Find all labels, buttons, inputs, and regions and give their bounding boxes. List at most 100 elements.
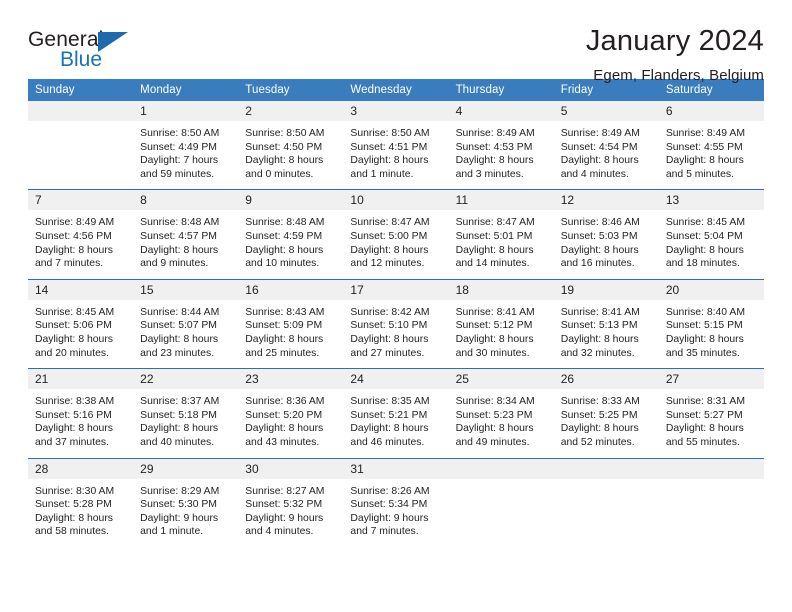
day-detail-line: Sunset: 5:13 PM xyxy=(560,320,638,332)
title-block: January 2024 Egem, Flanders, Belgium xyxy=(586,25,764,84)
day-detail-line: and 27 minutes. xyxy=(350,347,425,359)
calendar-day-cell[interactable]: 2 Sunrise: 8:50 AM Sunset: 4:50 PM Daylight… xyxy=(238,101,344,190)
day-detail-line: Sunset: 5:03 PM xyxy=(560,230,638,242)
day-detail-line: and 1 minute. xyxy=(140,526,204,538)
day-number: 10 xyxy=(343,190,449,211)
calendar-day-cell[interactable]: 5 Sunrise: 8:49 AM Sunset: 4:54 PM Daylight… xyxy=(553,101,659,190)
calendar-week-row: 28 Sunrise: 8:30 AM Sunset: 5:28 PM Dayligh… xyxy=(28,457,764,547)
day-detail-line: Sunrise: 8:31 AM xyxy=(665,396,745,408)
logo-text-general: General xyxy=(28,28,104,51)
day-number: 9 xyxy=(238,190,344,211)
calendar-day-cell[interactable]: 26 Sunrise: 8:33 AM Sunset: 5:25 PM Dayligh… xyxy=(553,368,659,458)
calendar-day-cell[interactable]: 21 Sunrise: 8:38 AM Sunset: 5:16 PM Dayligh… xyxy=(28,368,134,458)
day-detail-line: Sunrise: 8:30 AM xyxy=(35,485,115,497)
weekday-header-wednesday: Wednesday xyxy=(343,79,449,101)
calendar-day-cell[interactable]: 25 Sunrise: 8:34 AM Sunset: 5:23 PM Dayligh… xyxy=(448,368,554,458)
calendar-body: 1 Sunrise: 8:50 AM Sunset: 4:49 PM Daylight… xyxy=(28,101,764,547)
calendar-day-cell[interactable]: 16 Sunrise: 8:43 AM Sunset: 5:09 PM Dayligh… xyxy=(238,278,344,369)
day-detail-line: and 49 minutes. xyxy=(455,436,530,448)
day-detail-line: Sunset: 4:51 PM xyxy=(350,141,428,153)
day-detail-line: Daylight: 8 hours xyxy=(245,244,324,256)
day-number: 14 xyxy=(28,279,134,300)
calendar-day-cell[interactable]: 23 Sunrise: 8:36 AM Sunset: 5:20 PM Dayligh… xyxy=(238,368,344,458)
day-details xyxy=(28,121,134,189)
calendar-day-cell[interactable]: 20 Sunrise: 8:40 AM Sunset: 5:15 PM Dayligh… xyxy=(658,278,764,369)
calendar-day-cell[interactable]: 15 Sunrise: 8:44 AM Sunset: 5:07 PM Dayligh… xyxy=(133,278,239,369)
day-detail-line: Sunrise: 8:47 AM xyxy=(350,217,430,229)
day-detail-line: Sunset: 4:57 PM xyxy=(140,230,217,242)
calendar-day-cell[interactable]: 8 Sunrise: 8:48 AM Sunset: 4:57 PM Daylight… xyxy=(133,189,239,280)
day-detail-line: Daylight: 8 hours xyxy=(665,155,744,167)
day-detail-line: Sunset: 5:30 PM xyxy=(140,499,217,511)
calendar-day-cell[interactable]: 6 Sunrise: 8:49 AM Sunset: 4:55 PM Daylight… xyxy=(658,101,764,190)
day-number: 17 xyxy=(343,279,449,300)
day-detail-line: and 32 minutes. xyxy=(560,347,635,359)
calendar-day-cell[interactable]: 30 Sunrise: 8:27 AM Sunset: 5:32 PM Dayligh… xyxy=(238,457,344,547)
day-detail-line: Daylight: 9 hours xyxy=(350,512,429,524)
calendar-day-cell[interactable]: 24 Sunrise: 8:35 AM Sunset: 5:21 PM Dayligh… xyxy=(343,368,449,458)
day-detail-line: Sunrise: 8:45 AM xyxy=(35,306,115,318)
day-details: Sunrise: 8:37 AM Sunset: 5:18 PM Daylight:… xyxy=(133,389,239,458)
day-number: 18 xyxy=(448,279,554,300)
day-detail-line: and 52 minutes. xyxy=(560,436,635,448)
day-details: Sunrise: 8:50 AM Sunset: 4:51 PM Daylight:… xyxy=(343,121,449,190)
day-detail-line: Sunrise: 8:26 AM xyxy=(350,485,430,497)
day-detail-line: Sunset: 4:55 PM xyxy=(665,141,743,153)
day-detail-line: Sunrise: 8:29 AM xyxy=(140,485,220,497)
calendar-day-cell[interactable]: 13 Sunrise: 8:45 AM Sunset: 5:04 PM Dayligh… xyxy=(658,189,764,280)
day-detail-line: and 40 minutes. xyxy=(140,436,215,448)
day-detail-line: Daylight: 8 hours xyxy=(140,423,219,435)
calendar-day-cell[interactable]: 10 Sunrise: 8:47 AM Sunset: 5:00 PM Dayligh… xyxy=(343,189,449,280)
calendar-day-cell[interactable]: 11 Sunrise: 8:47 AM Sunset: 5:01 PM Dayligh… xyxy=(448,189,554,280)
calendar-day-cell[interactable]: 18 Sunrise: 8:41 AM Sunset: 5:12 PM Dayligh… xyxy=(448,278,554,369)
calendar-cell-empty xyxy=(28,101,134,190)
day-detail-line: Daylight: 8 hours xyxy=(245,333,324,345)
day-detail-line: Sunset: 5:01 PM xyxy=(455,230,533,242)
calendar-day-cell[interactable]: 22 Sunrise: 8:37 AM Sunset: 5:18 PM Dayligh… xyxy=(133,368,239,458)
day-details: Sunrise: 8:42 AM Sunset: 5:10 PM Daylight:… xyxy=(343,299,449,369)
day-number: 12 xyxy=(553,190,659,211)
day-detail-line: Sunrise: 8:27 AM xyxy=(245,485,325,497)
day-details: Sunrise: 8:38 AM Sunset: 5:16 PM Daylight:… xyxy=(28,389,134,458)
calendar-day-cell[interactable]: 4 Sunrise: 8:49 AM Sunset: 4:53 PM Daylight… xyxy=(448,101,554,190)
day-details: Sunrise: 8:45 AM Sunset: 5:06 PM Daylight:… xyxy=(28,299,134,369)
calendar-day-cell[interactable]: 28 Sunrise: 8:30 AM Sunset: 5:28 PM Dayligh… xyxy=(28,457,134,547)
day-detail-line: and 5 minutes. xyxy=(665,168,735,180)
calendar-day-cell[interactable]: 9 Sunrise: 8:48 AM Sunset: 4:59 PM Daylight… xyxy=(238,189,344,280)
calendar-day-cell[interactable]: 12 Sunrise: 8:46 AM Sunset: 5:03 PM Dayligh… xyxy=(553,189,659,280)
day-detail-line: Sunset: 5:25 PM xyxy=(560,409,638,421)
day-details: Sunrise: 8:41 AM Sunset: 5:13 PM Daylight:… xyxy=(553,299,659,369)
day-detail-line: Sunset: 5:15 PM xyxy=(665,320,743,332)
day-detail-line: and 10 minutes. xyxy=(245,258,320,270)
calendar-day-cell[interactable]: 17 Sunrise: 8:42 AM Sunset: 5:10 PM Dayligh… xyxy=(343,278,449,369)
day-detail-line: Sunrise: 8:48 AM xyxy=(140,217,220,229)
calendar-day-cell[interactable]: 14 Sunrise: 8:45 AM Sunset: 5:06 PM Dayligh… xyxy=(28,278,134,369)
day-detail-line: Sunrise: 8:49 AM xyxy=(35,217,115,229)
weekday-header-tuesday: Tuesday xyxy=(238,79,344,101)
day-detail-line: Sunset: 5:12 PM xyxy=(455,320,533,332)
calendar-day-cell[interactable]: 19 Sunrise: 8:41 AM Sunset: 5:13 PM Dayligh… xyxy=(553,278,659,369)
day-detail-line: Sunrise: 8:47 AM xyxy=(455,217,535,229)
day-detail-line: and 43 minutes. xyxy=(245,436,320,448)
day-detail-line: Daylight: 8 hours xyxy=(665,333,744,345)
day-detail-line: and 35 minutes. xyxy=(665,347,740,359)
day-detail-line: and 3 minutes. xyxy=(455,168,524,180)
day-details: Sunrise: 8:45 AM Sunset: 5:04 PM Daylight:… xyxy=(658,210,764,279)
calendar-day-cell[interactable]: 7 Sunrise: 8:49 AM Sunset: 4:56 PM Daylight… xyxy=(28,189,134,280)
calendar-day-cell[interactable]: 3 Sunrise: 8:50 AM Sunset: 4:51 PM Daylight… xyxy=(343,101,449,190)
day-details: Sunrise: 8:40 AM Sunset: 5:15 PM Daylight:… xyxy=(658,299,764,369)
day-detail-line: Daylight: 8 hours xyxy=(140,333,219,345)
day-detail-line: Sunset: 5:04 PM xyxy=(665,230,743,242)
calendar-grid: Sunday Monday Tuesday Wednesday Thursday Frid… xyxy=(28,79,764,547)
day-details: Sunrise: 8:48 AM Sunset: 4:57 PM Daylight:… xyxy=(133,210,239,279)
day-detail-line: Sunset: 5:32 PM xyxy=(245,499,323,511)
calendar-day-cell[interactable]: 27 Sunrise: 8:31 AM Sunset: 5:27 PM Dayligh… xyxy=(658,368,764,458)
calendar-day-cell[interactable]: 1 Sunrise: 8:50 AM Sunset: 4:49 PM Daylight… xyxy=(133,101,239,190)
calendar-day-cell[interactable]: 31 Sunrise: 8:26 AM Sunset: 5:34 PM Dayligh… xyxy=(343,457,449,547)
day-detail-line: and 25 minutes. xyxy=(245,347,320,359)
day-detail-line: Sunset: 5:09 PM xyxy=(245,320,323,332)
general-blue-logo[interactable]: General Blue xyxy=(28,26,148,76)
day-detail-line: Daylight: 8 hours xyxy=(35,244,113,256)
day-details: Sunrise: 8:26 AM Sunset: 5:34 PM Daylight:… xyxy=(343,478,449,547)
calendar-day-cell[interactable]: 29 Sunrise: 8:29 AM Sunset: 5:30 PM Dayligh… xyxy=(133,457,239,547)
